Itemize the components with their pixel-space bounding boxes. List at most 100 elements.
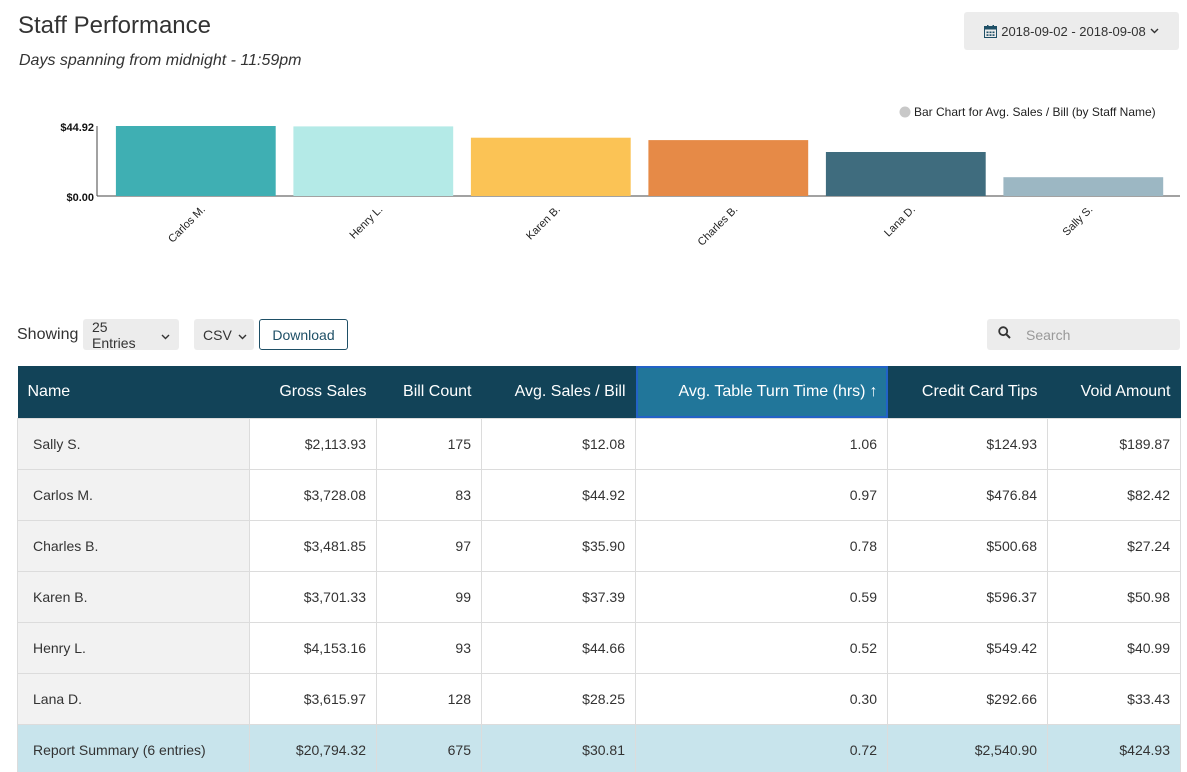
cell-credit-card-tips: $292.66	[887, 672, 1048, 725]
cell-avg-table-turn-time: 0.52	[635, 621, 888, 674]
bar-charles-b[interactable]	[648, 140, 809, 196]
bar-karen-b[interactable]	[470, 137, 631, 196]
table-row[interactable]: Lana D. $3,615.97 128 $28.25 0.30 $292.6…	[17, 672, 1181, 725]
export-format-select[interactable]: CSV	[194, 319, 254, 350]
bar-sally-s[interactable]	[1003, 177, 1164, 196]
summary-row: Report Summary (6 entries) $20,794.32 67…	[17, 723, 1181, 772]
cell-gross-sales: $4,153.16	[249, 621, 377, 674]
column-header-avg-sales-bill[interactable]: Avg. Sales / Bill	[481, 366, 636, 418]
cell-name: Karen B.	[17, 570, 250, 623]
cell-void-amount: $189.87	[1047, 417, 1181, 470]
table-row[interactable]: Henry L. $4,153.16 93 $44.66 0.52 $549.4…	[17, 621, 1181, 674]
x-tick-label: Lana D.	[882, 204, 918, 240]
bars-group	[115, 126, 1164, 196]
cell-credit-card-tips: $596.37	[887, 570, 1048, 623]
cell-void-amount: $40.99	[1047, 621, 1181, 674]
summary-label: Report Summary (6 entries)	[17, 723, 250, 772]
page-subtitle: Days spanning from midnight - 11:59pm	[19, 52, 302, 69]
y-tick-min: $0.00	[66, 192, 94, 204]
table-header-row: Name Gross Sales Bill Count Avg. Sales /…	[17, 366, 1181, 418]
cell-void-amount: $82.42	[1047, 468, 1181, 521]
cell-avg-sales-bill: $12.08	[481, 417, 636, 470]
cell-name: Carlos M.	[17, 468, 250, 521]
cell-name: Charles B.	[17, 519, 250, 572]
column-header-void-amount[interactable]: Void Amount	[1047, 366, 1181, 418]
cell-avg-sales-bill: $28.25	[481, 672, 636, 725]
legend-label: Bar Chart for Avg. Sales / Bill (by Staf…	[914, 105, 1156, 119]
cell-gross-sales: $3,481.85	[249, 519, 377, 572]
download-button[interactable]: Download	[259, 319, 348, 350]
chevron-down-icon	[238, 327, 247, 343]
cell-name: Lana D.	[17, 672, 250, 725]
page-title: Staff Performance	[18, 12, 211, 39]
sort-arrow-icon: ↑	[869, 382, 878, 400]
cell-gross-sales: $3,615.97	[249, 672, 377, 725]
cell-bill-count: 93	[376, 621, 482, 674]
column-header-avg-table-turn-time[interactable]: Avg. Table Turn Time (hrs) ↑	[635, 366, 888, 418]
cell-avg-table-turn-time: 1.06	[635, 417, 888, 470]
cell-name: Sally S.	[17, 417, 250, 470]
search-icon	[998, 325, 1011, 344]
column-header-gross-sales[interactable]: Gross Sales	[249, 366, 377, 418]
bar-lana-d[interactable]	[825, 152, 986, 196]
chart-legend[interactable]: Bar Chart for Avg. Sales / Bill (by Staf…	[899, 105, 1156, 119]
cell-void-amount: $33.43	[1047, 672, 1181, 725]
column-header-credit-card-tips[interactable]: Credit Card Tips	[887, 366, 1048, 418]
column-header-name[interactable]: Name	[17, 366, 250, 418]
x-tick-label: Sally S.	[1061, 204, 1096, 239]
cell-avg-table-turn-time: 0.78	[635, 519, 888, 572]
x-labels-group: Carlos M. Henry L. Karen B. Charles B. Lana …	[166, 204, 1095, 249]
summary-void-amount: $424.93	[1047, 723, 1181, 772]
cell-bill-count: 97	[376, 519, 482, 572]
cell-gross-sales: $2,113.93	[249, 417, 377, 470]
date-range-picker[interactable]: 2018-09-02 - 2018-09-08	[964, 12, 1179, 50]
cell-gross-sales: $3,728.08	[249, 468, 377, 521]
cell-credit-card-tips: $549.42	[887, 621, 1048, 674]
entries-select[interactable]: 25 Entries	[83, 318, 179, 351]
cell-avg-table-turn-time: 0.59	[635, 570, 888, 623]
x-tick-label: Charles B.	[696, 204, 741, 249]
legend-marker	[899, 106, 911, 118]
x-tick-label: Carlos M.	[166, 204, 208, 246]
bar-carlos-m[interactable]	[115, 126, 276, 196]
cell-credit-card-tips: $500.68	[887, 519, 1048, 572]
cell-bill-count: 83	[376, 468, 482, 521]
summary-gross-sales: $20,794.32	[249, 723, 377, 772]
search-box[interactable]	[987, 319, 1180, 350]
table-row[interactable]: Carlos M. $3,728.08 83 $44.92 0.97 $476.…	[17, 468, 1181, 521]
cell-avg-sales-bill: $35.90	[481, 519, 636, 572]
cell-bill-count: 175	[376, 417, 482, 470]
cell-avg-sales-bill: $37.39	[481, 570, 636, 623]
cell-credit-card-tips: $124.93	[887, 417, 1048, 470]
date-range-value: 2018-09-02 - 2018-09-08	[1001, 23, 1146, 39]
bar-chart: Bar Chart for Avg. Sales / Bill (by Staf…	[60, 105, 1180, 249]
cell-bill-count: 99	[376, 570, 482, 623]
summary-credit-card-tips: $2,540.90	[887, 723, 1048, 772]
chevron-down-icon	[1150, 28, 1159, 34]
cell-bill-count: 128	[376, 672, 482, 725]
bar-henry-l[interactable]	[293, 126, 454, 196]
search-input[interactable]	[1026, 326, 1166, 343]
summary-avg-sales-bill: $30.81	[481, 723, 636, 772]
column-header-bill-count[interactable]: Bill Count	[376, 366, 482, 418]
cell-name: Henry L.	[17, 621, 250, 674]
summary-bill-count: 675	[376, 723, 482, 772]
cell-avg-sales-bill: $44.66	[481, 621, 636, 674]
cell-gross-sales: $3,701.33	[249, 570, 377, 623]
cell-avg-table-turn-time: 0.97	[635, 468, 888, 521]
cell-void-amount: $50.98	[1047, 570, 1181, 623]
cell-void-amount: $27.24	[1047, 519, 1181, 572]
calendar-icon	[984, 24, 998, 38]
table-row[interactable]: Sally S. $2,113.93 175 $12.08 1.06 $124.…	[17, 417, 1181, 470]
cell-credit-card-tips: $476.84	[887, 468, 1048, 521]
chevron-down-icon	[161, 327, 170, 343]
table-row[interactable]: Charles B. $3,481.85 97 $35.90 0.78 $500…	[17, 519, 1181, 572]
showing-label: Showing	[17, 326, 79, 343]
x-tick-label: Henry L.	[348, 204, 386, 242]
entries-value: 25 Entries	[92, 318, 136, 351]
x-tick-label: Karen B.	[524, 204, 563, 243]
table-row[interactable]: Karen B. $3,701.33 99 $37.39 0.59 $596.3…	[17, 570, 1181, 623]
y-tick-max: $44.92	[60, 122, 94, 134]
cell-avg-sales-bill: $44.92	[481, 468, 636, 521]
staff-table: Name Gross Sales Bill Count Avg. Sales /…	[17, 366, 1181, 772]
